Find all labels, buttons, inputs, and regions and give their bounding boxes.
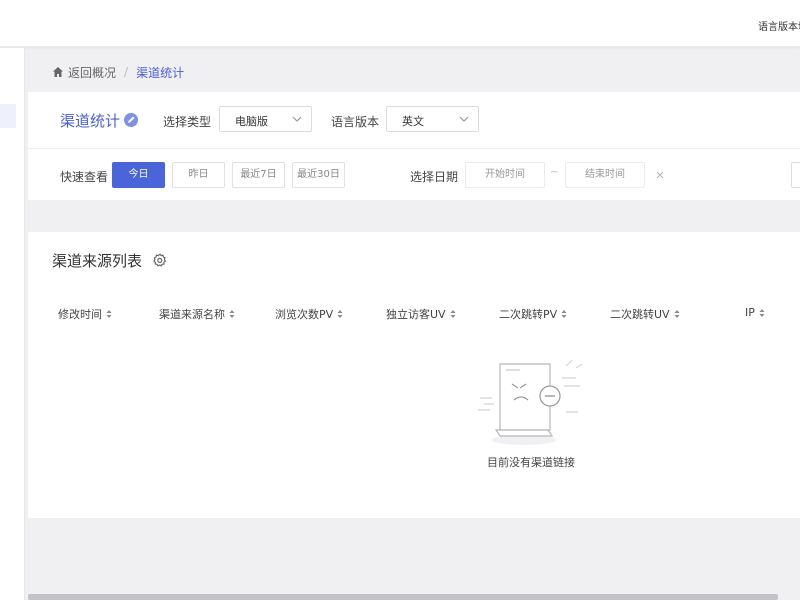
edit-icon[interactable] [124,113,138,127]
column-label: IP [745,306,755,319]
sidebar [0,48,25,600]
horizontal-scrollbar[interactable] [28,594,778,600]
table-title: 渠道来源列表 [52,252,143,270]
start-date-input[interactable]: 开始时间 [465,162,545,188]
column-label: 独立访客UV [386,308,446,321]
home-icon[interactable] [52,66,64,78]
sort-icon[interactable] [450,309,456,319]
quick-7days-button[interactable]: 最近7日 [232,162,285,188]
language-select[interactable]: 英文 [386,106,479,132]
type-label: 选择类型 [163,115,212,129]
column-label: 渠道来源名称 [159,308,225,321]
table-panel: 渠道来源列表 修改时间 渠道来源名称 浏览次数PV 独立访客UV 二次跳转PV … [28,232,800,518]
filter-row-date: 快速查看 今日 昨日 最近7日 最近30日 选择日期 开始时间 ~ 结束时间 [28,149,800,200]
column-second-jump-uv[interactable]: 二次跳转UV [610,306,680,322]
column-second-jump-pv[interactable]: 二次跳转PV [499,306,567,322]
filter-row-type: 渠道统计 选择类型 电脑版 语言版本 英文 [28,92,800,149]
sort-icon[interactable] [561,309,567,319]
sort-icon[interactable] [674,309,680,319]
sidebar-active-item[interactable] [0,104,16,128]
type-select[interactable]: 电脑版 [219,106,312,132]
sort-icon[interactable] [337,309,343,319]
breadcrumb-separator: / [124,65,129,79]
chevron-down-icon [292,116,302,122]
type-select-value: 电脑版 [235,115,268,128]
language-version-menu[interactable]: 语言版本切 [758,18,800,33]
column-pv[interactable]: 浏览次数PV [275,306,343,322]
column-modified-time[interactable]: 修改时间 [58,306,112,322]
column-label: 二次跳转PV [499,308,558,321]
breadcrumb: 返回概况 / 渠道统计 [52,64,184,80]
column-uv[interactable]: 独立访客UV [386,306,456,322]
empty-state-text: 目前没有渠道链接 [487,456,575,469]
empty-document-icon [478,359,583,445]
quick-yesterday-button[interactable]: 昨日 [172,162,225,188]
gear-icon[interactable] [152,252,168,268]
main-content: 返回概况 / 渠道统计 渠道统计 选择类型 电脑版 语言版本 英文 快速查看 今… [28,48,800,600]
breadcrumb-current: 渠道统计 [136,65,185,80]
column-label: 浏览次数PV [275,308,334,321]
quick-view-label: 快速查看 [60,170,109,184]
column-source-name[interactable]: 渠道来源名称 [159,306,235,322]
column-label: 二次跳转UV [610,308,670,321]
sort-icon[interactable] [106,309,112,319]
date-range-separator: ~ [550,167,559,178]
clear-icon[interactable] [654,169,666,181]
column-label: 修改时间 [58,308,102,321]
language-select-value: 英文 [402,115,424,128]
filter-panel: 渠道统计 选择类型 电脑版 语言版本 英文 快速查看 今日 昨日 最近7日 最近… [28,92,800,200]
query-button[interactable] [791,162,800,188]
column-ip[interactable]: IP [745,306,765,319]
date-label: 选择日期 [410,170,459,184]
top-bar: 语言版本切 [0,0,800,47]
sort-icon[interactable] [759,308,765,318]
page-title: 渠道统计 [60,112,121,130]
language-label: 语言版本 [331,115,380,129]
breadcrumb-back-link[interactable]: 返回概况 [68,64,116,81]
quick-today-button[interactable]: 今日 [112,162,165,188]
chevron-down-icon [459,116,469,122]
end-date-input[interactable]: 结束时间 [565,162,645,188]
sort-icon[interactable] [229,309,235,319]
quick-30days-button[interactable]: 最近30日 [292,162,345,188]
